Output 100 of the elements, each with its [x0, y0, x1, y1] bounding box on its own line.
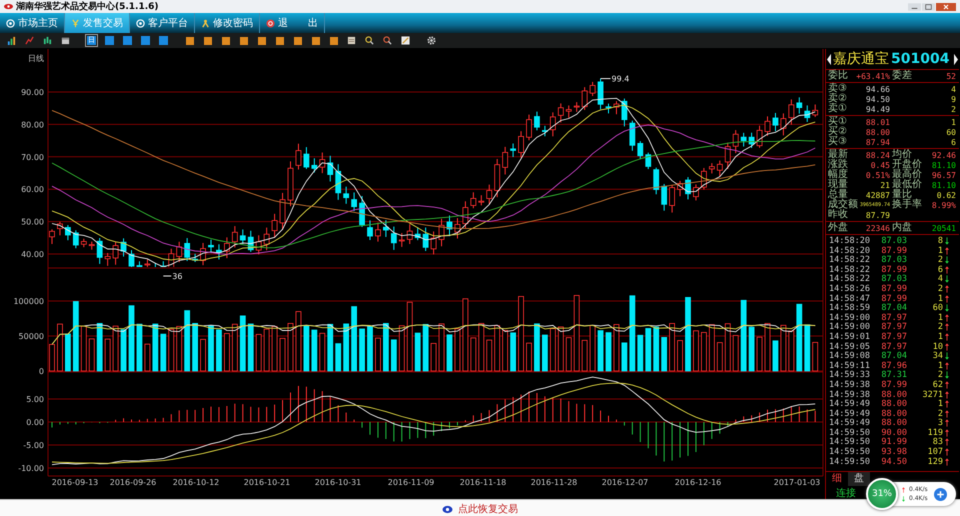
period-label: 日线: [28, 54, 44, 63]
quote-value: 88.01: [866, 118, 890, 126]
tick-volume: 1: [938, 294, 943, 304]
tick-volume: 60: [932, 303, 943, 314]
quote-value: 9: [951, 94, 956, 104]
tick-time: 14:58:26: [829, 284, 871, 294]
tick-time: 14:59:05: [829, 342, 871, 352]
quote-label: 开盘价: [892, 160, 922, 170]
tick-time: 14:58:22: [829, 274, 871, 284]
quote-value: 87.94: [866, 138, 890, 146]
quote-label: 涨跌: [828, 160, 848, 170]
axis-label: 60.00: [21, 185, 44, 194]
tick-price: 94.50: [880, 456, 907, 467]
quote-label: 昨收: [828, 210, 848, 220]
tick-time: 14:59:00: [829, 312, 871, 323]
quote-label: 均价: [892, 150, 912, 160]
quote-value: 22346: [866, 224, 890, 232]
tick-price: 93.98: [880, 447, 907, 458]
quote-value: 88.00: [866, 128, 890, 136]
quote-value: 81.10: [932, 180, 956, 190]
quote-label: 卖①: [828, 104, 847, 114]
quote-label: 总量: [828, 190, 848, 200]
window-title: 湖南华强艺术品交易中心(5.1.1.6): [16, 0, 159, 13]
tick-volume: 3271: [922, 390, 943, 400]
axis-label: 80.00: [21, 120, 44, 130]
tick-time: 14:58:20: [829, 236, 871, 246]
tick-volume: 6: [936, 264, 943, 275]
quote-value: 6: [951, 138, 956, 146]
quote-label: 买①: [828, 117, 847, 127]
tick-time: 14:59:49: [829, 408, 871, 419]
axis-label: -5.00: [23, 441, 44, 450]
tick-price: 87.03: [880, 274, 907, 284]
quote-value: 0.51%: [866, 170, 890, 180]
tick-volume: 2: [936, 370, 943, 380]
tick-time: 14:59:11: [829, 360, 871, 371]
high-price-label: 99.4: [600, 74, 630, 84]
quote-value: 20541: [932, 224, 956, 232]
tick-price: 87.99: [880, 380, 907, 390]
quote-value: 2: [951, 104, 956, 114]
quote-value: 92.46: [932, 150, 956, 160]
date-label: 2016-10-21: [244, 478, 290, 487]
quote-value: 21: [880, 180, 890, 190]
tick-price: 87.03: [880, 236, 907, 246]
tick-price: 87.96: [880, 360, 907, 371]
quote-value: 0.62: [936, 190, 956, 200]
quote-value: 87.79: [866, 210, 890, 220]
tick-volume: 2: [936, 408, 943, 419]
restore-trading-link[interactable]: 点此恢复交易: [440, 502, 520, 516]
tick-volume: 1: [936, 312, 943, 323]
tick-time: 14:59:49: [829, 399, 871, 410]
tick-volume: 1: [936, 360, 943, 371]
quote-label: 最新: [828, 150, 848, 160]
tick-price: 88.00: [880, 399, 907, 410]
tick-price: 87.03: [880, 255, 907, 266]
tick-time: 14:59:50: [829, 437, 871, 448]
tick-time: 14:59:50: [829, 428, 871, 438]
tick-price: 88.00: [880, 408, 907, 419]
quote-value: 94.66: [866, 84, 890, 94]
quote-value: 52: [946, 72, 956, 80]
tick-volume: 34: [932, 351, 943, 362]
quote-label: 外盘: [828, 223, 848, 233]
tick-volume: 107: [926, 447, 943, 458]
product-name: 嘉庆通宝: [833, 50, 889, 68]
date-label: 2016-11-09: [388, 478, 434, 487]
tick-price: 87.99: [880, 294, 907, 304]
quote-label: 内盘: [892, 223, 912, 233]
tick-time: 14:59:08: [829, 351, 871, 362]
quote-value: 42887: [866, 190, 890, 200]
axis-label: 100000: [13, 297, 44, 306]
tick-price: 87.97: [880, 332, 907, 342]
date-label: 2017-01-03: [774, 478, 820, 487]
tick-price: 87.99: [880, 264, 907, 275]
tick-time: 14:59:01: [829, 332, 871, 342]
quote-label: 量比: [892, 190, 912, 200]
date-label: 2016-12-16: [674, 478, 722, 487]
tick-time: 14:59:49: [829, 418, 871, 428]
tick-volume: 83: [932, 437, 943, 448]
quote-label: 卖③: [828, 84, 847, 94]
tick-price: 88.00: [880, 418, 907, 428]
tick-price: 87.97: [880, 342, 907, 352]
product-code: 501004: [891, 51, 950, 67]
quote-label: 买③: [828, 137, 847, 147]
tick-volume: 3: [936, 418, 943, 428]
tick-price: 90.00: [880, 428, 907, 438]
tick-price: 91.99: [880, 437, 907, 448]
tick-time: 14:59:50: [829, 447, 871, 458]
panel-tab[interactable]: 盘: [848, 472, 870, 486]
tick-time: 14:58:22: [829, 264, 871, 275]
date-label: 2016-12-07: [602, 478, 648, 487]
tick-volume: 2: [936, 255, 943, 266]
tick-volume: 8: [936, 236, 943, 246]
axis-label: 40.00: [21, 250, 44, 259]
tick-time: 14:59:50: [829, 456, 871, 467]
quote-label: 换手率: [892, 200, 922, 210]
quote-value: 4: [951, 84, 956, 94]
tick-volume: 1: [936, 332, 943, 342]
date-label: 2016-09-13: [52, 478, 98, 487]
axis-label: 0.00: [26, 418, 44, 427]
quote-label: 买②: [828, 127, 847, 137]
date-label: 2016-10-31: [314, 478, 362, 487]
